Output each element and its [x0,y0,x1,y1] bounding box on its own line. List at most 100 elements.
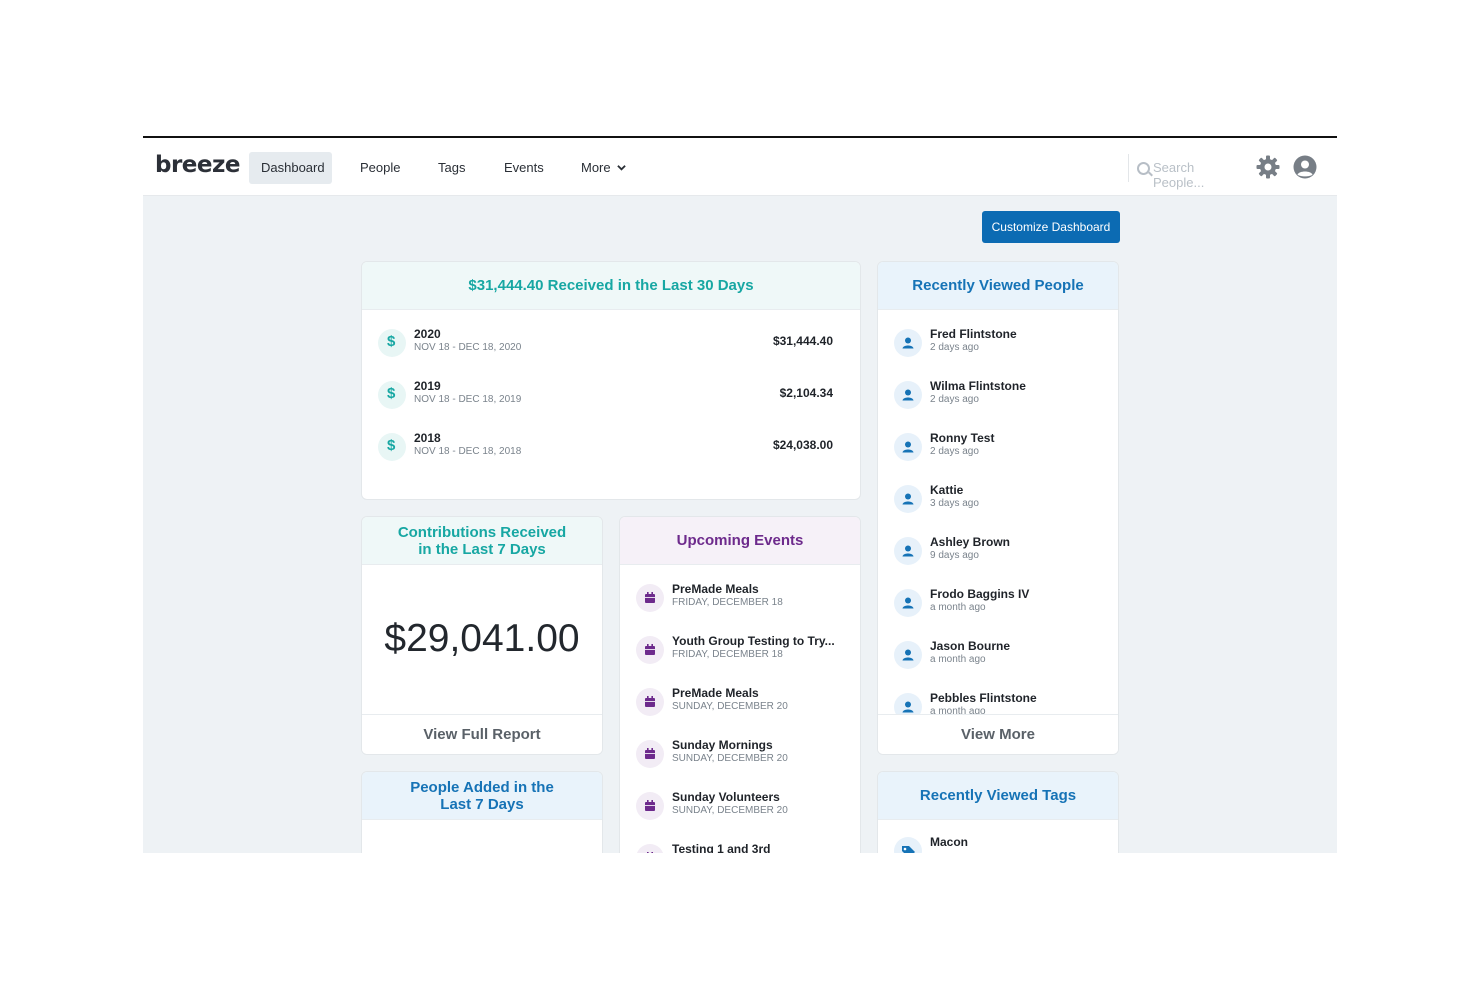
event-row[interactable]: Testing 1 and 3rd [620,839,860,853]
event-name: PreMade Meals [672,582,759,596]
recently-viewed-tags-card: Recently Viewed Tags Macon [877,771,1119,853]
received-30-days-card: $31,444.40 Received in the Last 30 Days … [361,261,861,500]
event-name: Testing 1 and 3rd [672,842,771,853]
person-row[interactable]: Fred Flintstone 2 days ago [878,324,1118,364]
calendar-icon [636,584,664,612]
giving-range: NOV 18 - DEC 18, 2019 [414,394,522,405]
received-30-days-title: $31,444.40 Received in the Last 30 Days [362,262,860,310]
customize-dashboard-button[interactable]: Customize Dashboard [982,211,1120,243]
upcoming-events-card: Upcoming Events PreMade Meals FRIDAY, DEC… [619,516,861,853]
person-row[interactable]: Ashley Brown 9 days ago [878,532,1118,572]
recently-viewed-people-card: Recently Viewed People Fred Flintstone 2 … [877,261,1119,755]
giving-row[interactable]: $ 2020 NOV 18 - DEC 18, 2020 $31,444.40 [362,324,860,364]
dollar-icon: $ [378,329,406,357]
event-name: Sunday Mornings [672,738,773,752]
person-name: Jason Bourne [930,639,1011,653]
event-date: FRIDAY, DECEMBER 18 [672,597,783,608]
view-full-report-link[interactable]: View Full Report [362,714,602,754]
giving-row[interactable]: $ 2019 NOV 18 - DEC 18, 2019 $2,104.34 [362,376,860,416]
giving-row[interactable]: $ 2018 NOV 18 - DEC 18, 2018 $24,038.00 [362,428,860,468]
people-added-title: People Added in the Last 7 Days [362,772,602,820]
event-row[interactable]: PreMade Meals SUNDAY, DECEMBER 20 [620,683,860,723]
giving-amount: $2,104.34 [779,386,833,400]
event-name: Sunday Volunteers [672,790,780,804]
search-icon [1137,162,1150,175]
person-last-viewed: 2 days ago [930,342,979,353]
contributions-total: $29,041.00 [384,617,580,660]
person-name: Wilma Flintstone [930,379,1026,393]
contributions-title-line1: Contributions Received [397,523,567,541]
giving-amount: $31,444.40 [772,334,833,348]
person-last-viewed: 2 days ago [930,394,979,405]
nav-people[interactable]: People [348,152,412,184]
dollar-icon: $ [378,381,406,409]
recently-viewed-tags-title: Recently Viewed Tags [878,772,1118,820]
person-last-viewed: 9 days ago [930,550,979,561]
person-name: Fred Flintstone [930,327,1017,341]
event-date: SUNDAY, DECEMBER 20 [672,805,788,816]
event-name: Youth Group Testing to Try... [672,634,835,648]
tag-row[interactable]: Macon [878,832,1118,853]
giving-year: 2018 [414,431,441,445]
nav-events[interactable]: Events [492,152,556,184]
tag-name: Macon [930,835,969,849]
user-circle-icon[interactable] [1293,155,1317,179]
person-icon [894,589,922,617]
people-added-card: People Added in the Last 7 Days [361,771,603,853]
nav-dashboard[interactable]: Dashboard [249,152,332,184]
chevron-down-icon [617,165,626,171]
giving-year: 2019 [414,379,441,393]
person-last-viewed: 3 days ago [930,498,979,509]
person-name: Ashley Brown [930,535,1011,549]
contributions-title-line2: in the Last 7 Days [418,540,546,558]
event-name: PreMade Meals [672,686,759,700]
breeze-logo[interactable]: breeze [155,152,241,178]
contributions-7-days-title: Contributions Received in the Last 7 Day… [362,517,602,565]
search-placeholder: Search People... [1153,160,1205,190]
contributions-7-days-card: Contributions Received in the Last 7 Day… [361,516,603,755]
person-icon [894,329,922,357]
people-added-title-line2: Last 7 Days [440,795,524,813]
calendar-icon [636,636,664,664]
person-icon [894,537,922,565]
top-navbar: breeze Dashboard People Tags Events More… [143,138,1337,196]
event-row[interactable]: Sunday Mornings SUNDAY, DECEMBER 20 [620,735,860,775]
app-window: breeze Dashboard People Tags Events More… [143,136,1337,853]
search-people-input[interactable]: Search People... [1128,154,1247,190]
person-last-viewed: a month ago [930,654,986,665]
person-name: Frodo Baggins IV [930,587,1030,601]
giving-year: 2020 [414,327,441,341]
event-date: SUNDAY, DECEMBER 20 [672,753,788,764]
person-icon [894,641,922,669]
person-name: Ronny Test [930,431,995,445]
event-row[interactable]: PreMade Meals FRIDAY, DECEMBER 18 [620,579,860,619]
person-icon [894,433,922,461]
person-name: Kattie [930,483,964,497]
person-row[interactable]: Wilma Flintstone 2 days ago [878,376,1118,416]
people-added-title-line1: People Added in the [410,778,554,796]
calendar-icon [636,688,664,716]
nav-more-label: More [581,160,611,175]
event-row[interactable]: Youth Group Testing to Try... FRIDAY, DEC… [620,631,860,671]
giving-range: NOV 18 - DEC 18, 2018 [414,446,522,457]
giving-amount: $24,038.00 [772,438,833,452]
person-icon [894,485,922,513]
calendar-icon [636,844,664,853]
event-date: FRIDAY, DECEMBER 18 [672,649,783,660]
person-row[interactable]: Frodo Baggins IV a month ago [878,584,1118,624]
nav-tags[interactable]: Tags [426,152,477,184]
view-more-link[interactable]: View More [878,714,1118,754]
gear-icon[interactable] [1256,155,1280,179]
person-icon [894,381,922,409]
event-row[interactable]: Sunday Volunteers SUNDAY, DECEMBER 20 [620,787,860,827]
person-last-viewed: 2 days ago [930,446,979,457]
person-row[interactable]: Jason Bourne a month ago [878,636,1118,676]
tag-icon [894,837,922,853]
person-name: Pebbles Flintstone [930,691,1037,705]
person-row[interactable]: Ronny Test 2 days ago [878,428,1118,468]
recently-viewed-people-title: Recently Viewed People [878,262,1118,310]
giving-range: NOV 18 - DEC 18, 2020 [414,342,522,353]
dollar-icon: $ [378,433,406,461]
nav-more[interactable]: More [569,152,638,184]
person-row[interactable]: Kattie 3 days ago [878,480,1118,520]
